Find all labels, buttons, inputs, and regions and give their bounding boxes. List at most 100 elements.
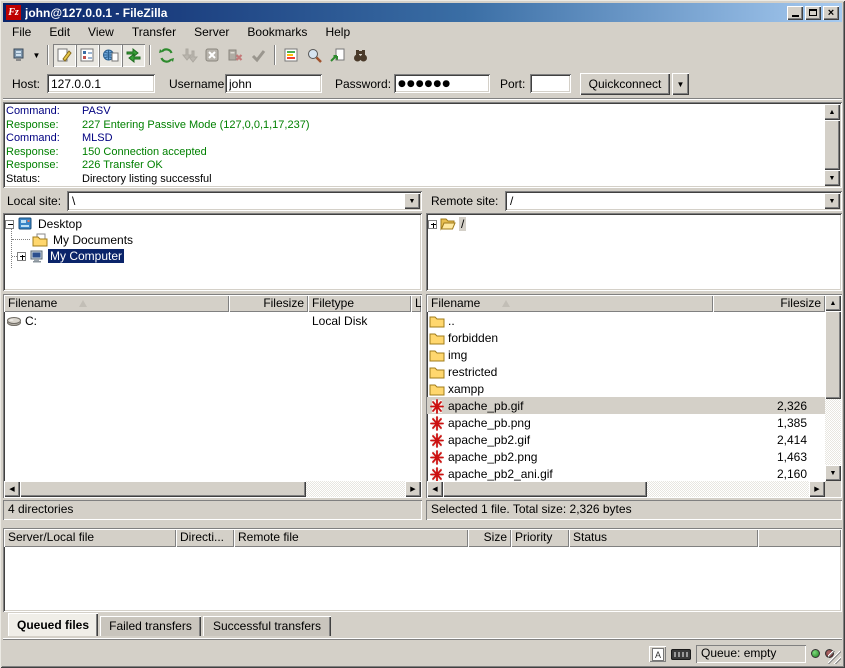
toggle-remote-tree-button[interactable] bbox=[99, 44, 122, 67]
directory-comparison-button[interactable] bbox=[280, 44, 303, 67]
file-name: restricted bbox=[448, 365, 497, 379]
file-row[interactable]: forbidden bbox=[427, 329, 825, 346]
file-row[interactable]: xampp bbox=[427, 380, 825, 397]
quickconnect-dropdown[interactable]: ▼ bbox=[672, 73, 689, 95]
file-row[interactable]: apache_pb2.gif 2,414 bbox=[427, 431, 825, 448]
file-row-selected[interactable]: apache_pb.gif 2,326 bbox=[427, 397, 825, 414]
scroll-right-icon[interactable]: ▶ bbox=[809, 481, 825, 497]
file-row[interactable]: restricted bbox=[427, 363, 825, 380]
site-manager-button[interactable] bbox=[7, 44, 30, 67]
resize-grip[interactable] bbox=[828, 651, 841, 664]
tree-item-label: My Documents bbox=[51, 233, 135, 247]
expand-icon[interactable] bbox=[17, 252, 26, 261]
tree-item-desktop[interactable]: Desktop bbox=[5, 216, 84, 232]
indicator-badge-icon[interactable] bbox=[671, 649, 691, 660]
cancel-operation-button[interactable] bbox=[201, 44, 224, 67]
remote-vscroll-thumb[interactable] bbox=[825, 311, 841, 399]
horizontal-splitter[interactable] bbox=[3, 520, 842, 528]
quickconnect-button[interactable]: Quickconnect bbox=[580, 73, 670, 95]
toggle-local-tree-button[interactable] bbox=[76, 44, 99, 67]
log-lines: Command:PASV Response:227 Entering Passi… bbox=[6, 105, 822, 185]
file-row[interactable]: .. bbox=[427, 312, 825, 329]
column-header-filesize[interactable]: Filesize bbox=[229, 295, 308, 312]
column-header-remote-file[interactable]: Remote file bbox=[234, 529, 468, 547]
tab-failed-transfers[interactable]: Failed transfers bbox=[100, 616, 201, 636]
scroll-up-icon[interactable]: ▲ bbox=[825, 295, 841, 311]
menu-file[interactable]: File bbox=[3, 23, 40, 41]
title-bar[interactable]: Fz john@127.0.0.1 - FileZilla × bbox=[3, 3, 842, 22]
close-button[interactable]: × bbox=[823, 6, 839, 20]
column-header-filetype[interactable]: Filetype bbox=[308, 295, 411, 312]
find-files-button[interactable] bbox=[326, 44, 349, 67]
toggle-message-log-button[interactable] bbox=[53, 44, 76, 67]
column-header-size[interactable]: Size bbox=[468, 529, 511, 547]
file-row[interactable]: img bbox=[427, 346, 825, 363]
scroll-left-icon[interactable]: ◀ bbox=[427, 481, 443, 497]
column-header-server-local-file[interactable]: Server/Local file bbox=[4, 529, 176, 547]
remote-site-dropdown-icon[interactable]: ▼ bbox=[824, 193, 840, 209]
username-input[interactable] bbox=[225, 74, 322, 93]
column-header-priority[interactable]: Priority bbox=[511, 529, 569, 547]
scroll-left-icon[interactable]: ◀ bbox=[4, 481, 20, 497]
remote-hscroll-thumb[interactable] bbox=[443, 481, 647, 497]
disconnect-button[interactable] bbox=[224, 44, 247, 67]
host-input[interactable] bbox=[47, 74, 155, 93]
port-input[interactable] bbox=[530, 74, 571, 93]
file-row[interactable]: apache_pb2_ani.gif 2,160 bbox=[427, 465, 825, 482]
synchronized-browsing-button[interactable] bbox=[303, 44, 326, 67]
column-header-status[interactable]: Status bbox=[569, 529, 758, 547]
local-hscroll-thumb[interactable] bbox=[20, 481, 306, 497]
menu-help[interactable]: Help bbox=[316, 23, 359, 41]
transfer-type-icon[interactable]: A bbox=[649, 646, 666, 662]
scroll-corner bbox=[825, 481, 841, 497]
menu-transfer[interactable]: Transfer bbox=[123, 23, 185, 41]
menu-view[interactable]: View bbox=[79, 23, 123, 41]
tree-item-root[interactable]: / bbox=[428, 216, 466, 232]
log-scroll-thumb[interactable] bbox=[824, 120, 840, 170]
disconnect-icon bbox=[227, 47, 244, 64]
column-header-filename[interactable]: Filename bbox=[427, 295, 713, 312]
remote-site-combobox[interactable]: / ▼ bbox=[505, 191, 842, 211]
tab-successful-transfers[interactable]: Successful transfers bbox=[203, 616, 331, 636]
password-input[interactable] bbox=[394, 74, 490, 93]
column-header-empty[interactable] bbox=[758, 529, 841, 547]
local-site-combobox[interactable]: \ ▼ bbox=[67, 191, 422, 211]
log-scrollbar[interactable]: ▲ ▼ bbox=[824, 104, 840, 186]
local-site-dropdown-icon[interactable]: ▼ bbox=[404, 193, 420, 209]
abort-button[interactable] bbox=[247, 44, 270, 67]
directory-comparison-icon bbox=[283, 47, 300, 64]
tree-item-my-documents[interactable]: My Documents bbox=[29, 232, 135, 248]
tree-item-my-computer[interactable]: My Computer bbox=[17, 248, 124, 264]
vertical-splitter[interactable] bbox=[422, 191, 426, 521]
local-hscrollbar[interactable]: ◀ ▶ bbox=[4, 481, 421, 497]
column-header-lastmodified[interactable]: L bbox=[411, 295, 421, 312]
process-queue-button[interactable] bbox=[178, 44, 201, 67]
column-header-filesize[interactable]: Filesize bbox=[713, 295, 825, 312]
scroll-down-icon[interactable]: ▼ bbox=[824, 170, 840, 186]
column-header-direction[interactable]: Directi... bbox=[176, 529, 234, 547]
toggle-transfer-queue-button[interactable] bbox=[122, 44, 145, 67]
menu-edit[interactable]: Edit bbox=[40, 23, 79, 41]
scroll-up-icon[interactable]: ▲ bbox=[824, 104, 840, 120]
site-manager-dropdown[interactable]: ▼ bbox=[30, 44, 43, 67]
file-row[interactable]: apache_pb2.png 1,463 bbox=[427, 448, 825, 465]
refresh-button[interactable] bbox=[155, 44, 178, 67]
file-name: img bbox=[448, 348, 467, 362]
tab-queued-files[interactable]: Queued files bbox=[8, 613, 98, 636]
scroll-down-icon[interactable]: ▼ bbox=[825, 465, 841, 481]
maximize-button[interactable] bbox=[805, 6, 821, 20]
remote-vscrollbar[interactable]: ▲ ▼ bbox=[825, 295, 841, 481]
expand-icon[interactable] bbox=[428, 220, 437, 229]
scroll-right-icon[interactable]: ▶ bbox=[405, 481, 421, 497]
folder-icon bbox=[429, 347, 445, 363]
collapse-icon[interactable] bbox=[5, 220, 14, 229]
remote-hscrollbar[interactable]: ◀ ▶ bbox=[427, 481, 825, 497]
minimize-button[interactable] bbox=[787, 6, 803, 20]
column-header-filename[interactable]: Filename bbox=[4, 295, 229, 312]
file-row[interactable]: apache_pb.png 1,385 bbox=[427, 414, 825, 431]
refresh-icon bbox=[158, 47, 175, 64]
file-row-c-drive[interactable]: C: Local Disk bbox=[4, 312, 421, 329]
menu-server[interactable]: Server bbox=[185, 23, 238, 41]
menu-bookmarks[interactable]: Bookmarks bbox=[238, 23, 316, 41]
filter-button[interactable] bbox=[349, 44, 372, 67]
